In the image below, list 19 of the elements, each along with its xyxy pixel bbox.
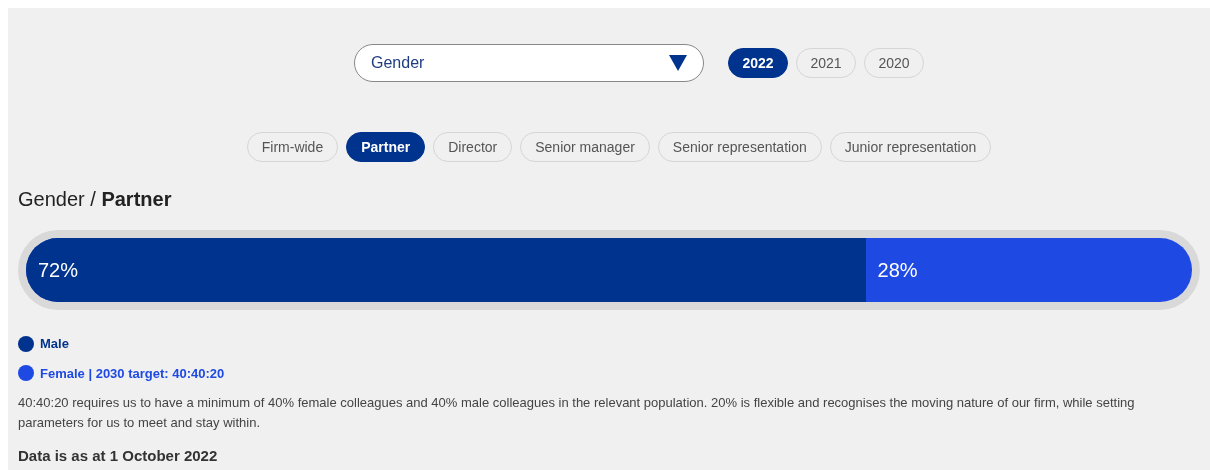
level-tab[interactable]: Partner: [346, 132, 426, 162]
year-tab[interactable]: 2022: [728, 48, 788, 78]
year-tab[interactable]: 2021: [796, 48, 856, 78]
year-tab[interactable]: 2020: [864, 48, 924, 78]
dropdown-value: Gender: [371, 53, 425, 73]
section-heading: Gender / Partner: [18, 187, 173, 212]
level-tab[interactable]: Senior representation: [657, 132, 822, 162]
progress-fill: 72%: [26, 238, 866, 302]
dropdown-caret-icon: [669, 55, 687, 71]
level-tab[interactable]: Firm-wide: [246, 132, 339, 162]
note-text: 40:40:20 requires us to have a minimum of 40% female colleagues and 40% male colleagues in the relevant population. 20% is flexible and recognises the moving nature of our firm, while setting parameters for us to meet and stay within.: [18, 394, 1136, 432]
legend-label: Female | 2030 target: 40:40:20: [40, 364, 225, 383]
percent-label: 28%: [876, 258, 918, 283]
level-tab[interactable]: Senior manager: [520, 132, 650, 162]
level-tab[interactable]: Director: [433, 132, 513, 162]
legend-label: Male: [40, 335, 69, 353]
footer-text: Data is as at 1 October 2022: [18, 446, 219, 466]
level-tab[interactable]: Junior representation: [829, 132, 992, 162]
category-dropdown[interactable]: Gender: [354, 44, 704, 82]
